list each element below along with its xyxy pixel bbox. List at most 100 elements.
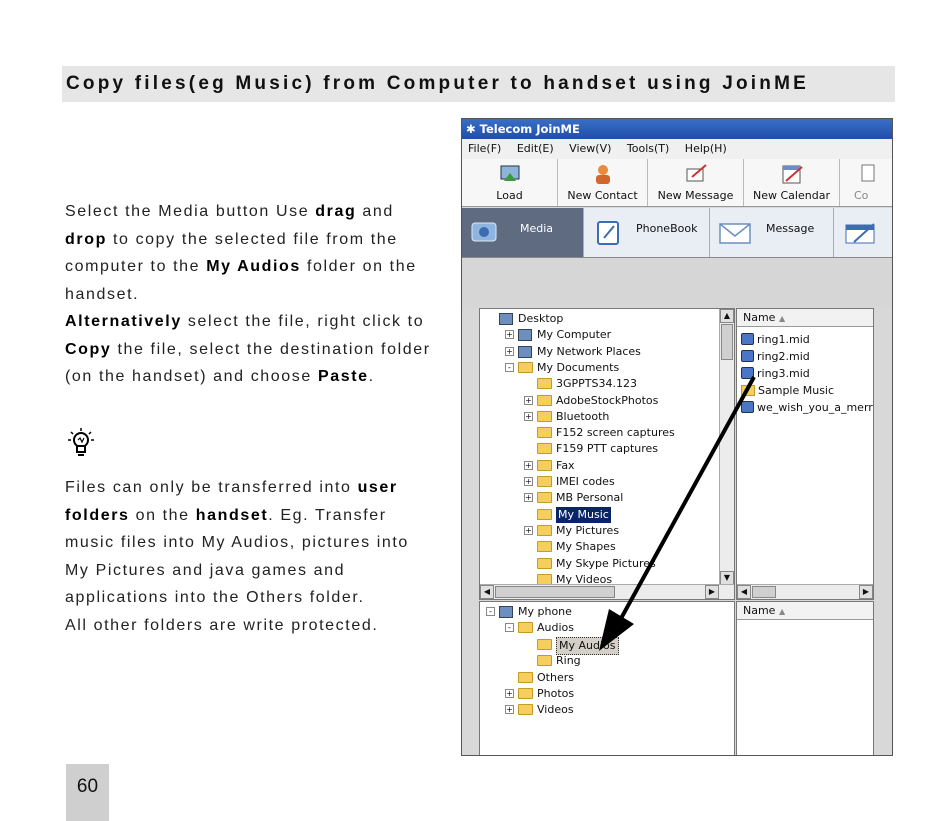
folder-icon bbox=[537, 524, 552, 536]
horizontal-scrollbar[interactable]: ◀ ▶ bbox=[480, 584, 734, 599]
tree-item[interactable]: Ring bbox=[480, 653, 734, 669]
menu-edit[interactable]: Edit(E) bbox=[517, 142, 554, 155]
menu-view[interactable]: View(V) bbox=[569, 142, 611, 155]
tree-item[interactable]: 3GPPTS34.123 bbox=[480, 376, 734, 392]
tab-media[interactable]: Media bbox=[462, 208, 584, 257]
folder-icon bbox=[537, 541, 552, 553]
tree-item-label: AdobeStockPhotos bbox=[556, 393, 659, 407]
tree-item[interactable]: + My Computer bbox=[480, 327, 734, 343]
scroll-thumb[interactable] bbox=[752, 586, 776, 598]
file-list-item[interactable]: ring2.mid bbox=[741, 348, 810, 365]
tree-item-label: Desktop bbox=[518, 312, 564, 325]
phonebook-icon bbox=[597, 221, 619, 245]
copy-button[interactable]: Co bbox=[840, 159, 892, 206]
folder-icon bbox=[537, 427, 552, 439]
tree-item[interactable]: F159 PTT captures bbox=[480, 441, 734, 457]
scroll-left-button[interactable]: ◀ bbox=[480, 585, 494, 599]
menu-bar: File(F) Edit(E) View(V) Tools(T) Help(H) bbox=[462, 139, 892, 159]
folder-icon bbox=[537, 508, 552, 520]
tree-item[interactable]: - My phone bbox=[480, 604, 734, 620]
tree-item[interactable]: My Audios bbox=[480, 636, 734, 655]
scroll-thumb[interactable] bbox=[495, 586, 615, 598]
tree-item[interactable]: My Music bbox=[480, 506, 734, 523]
collapse-icon[interactable]: - bbox=[486, 607, 495, 616]
tree-item[interactable]: Desktop bbox=[480, 311, 734, 327]
tab-phonebook[interactable]: PhoneBook bbox=[584, 208, 710, 257]
scroll-thumb[interactable] bbox=[721, 324, 733, 360]
app-screenshot: ✱ Telecom JoinME File(F) Edit(E) View(V) … bbox=[461, 118, 893, 756]
folder-icon bbox=[537, 394, 552, 406]
tree-item[interactable]: + AdobeStockPhotos bbox=[480, 393, 734, 409]
tree-item[interactable]: + Fax bbox=[480, 458, 734, 474]
tree-item[interactable]: Others bbox=[480, 670, 734, 686]
emphasis: handset bbox=[195, 506, 269, 524]
menu-help[interactable]: Help(H) bbox=[685, 142, 727, 155]
tree-item[interactable]: + Videos bbox=[480, 702, 734, 718]
expand-icon[interactable]: + bbox=[524, 525, 533, 535]
tree-item[interactable]: - Audios bbox=[480, 620, 734, 636]
phone-folder-tree[interactable]: - My phone - Audios My Audios Ring Others + Phot… bbox=[479, 601, 735, 755]
expand-icon[interactable]: + bbox=[505, 705, 514, 715]
tree-item[interactable]: My Skype Pictures bbox=[480, 556, 734, 572]
expand-icon[interactable]: + bbox=[524, 460, 533, 470]
new-contact-button[interactable]: New Contact bbox=[558, 159, 648, 206]
tree-item[interactable]: + My Pictures bbox=[480, 523, 734, 539]
collapse-icon[interactable]: - bbox=[505, 362, 514, 372]
computer-folder-tree[interactable]: Desktop + My Computer + My Network Places - My… bbox=[479, 308, 735, 600]
menu-tools[interactable]: Tools(T) bbox=[627, 142, 669, 155]
scroll-right-button[interactable]: ▶ bbox=[705, 585, 719, 599]
horizontal-scrollbar[interactable]: ◀ ▶ bbox=[737, 584, 873, 599]
folder-icon bbox=[518, 622, 533, 634]
file-list-item[interactable]: we_wish_you_a_merry_ bbox=[741, 399, 873, 416]
expand-icon[interactable]: + bbox=[505, 346, 514, 356]
tab-calendar[interactable] bbox=[834, 208, 892, 257]
text: select the file, right click to bbox=[181, 313, 425, 330]
tree-item-label: Photos bbox=[537, 687, 575, 700]
scroll-down-button[interactable]: ▼ bbox=[720, 571, 734, 585]
text: . bbox=[368, 368, 375, 385]
file-list-item[interactable]: Sample Music bbox=[741, 382, 834, 399]
message-icon bbox=[686, 164, 707, 182]
app-logo-icon: ✱ bbox=[466, 122, 476, 136]
new-message-button[interactable]: New Message bbox=[648, 159, 744, 206]
scroll-right-button[interactable]: ▶ bbox=[859, 585, 873, 599]
name-column-header[interactable]: Name ▲ bbox=[737, 309, 873, 327]
file-list-item[interactable]: ring3.mid bbox=[741, 365, 810, 382]
expand-icon[interactable]: + bbox=[505, 330, 514, 340]
vertical-scrollbar[interactable]: ▲ ▼ bbox=[719, 309, 734, 585]
tree-item[interactable]: My Shapes bbox=[480, 539, 734, 555]
tree-item[interactable]: + IMEI codes bbox=[480, 474, 734, 490]
tab-message[interactable]: Message bbox=[710, 208, 834, 257]
scroll-left-button[interactable]: ◀ bbox=[737, 585, 751, 599]
tree-item[interactable]: + My Network Places bbox=[480, 344, 734, 360]
calendar-icon bbox=[782, 165, 803, 184]
expand-icon[interactable]: + bbox=[524, 477, 533, 486]
computer-file-list[interactable]: Name ▲ ring1.mid ring2.mid ring3.mid Sample… bbox=[736, 308, 874, 600]
name-column-header[interactable]: Name ▲ bbox=[737, 602, 873, 620]
tree-item[interactable]: F152 screen captures bbox=[480, 425, 734, 441]
tab-row: Media PhoneBook Message bbox=[462, 208, 892, 258]
collapse-icon[interactable]: - bbox=[505, 623, 514, 633]
folder-icon bbox=[537, 410, 552, 422]
text: Select the Media button Use bbox=[65, 203, 316, 220]
expand-icon[interactable]: + bbox=[524, 395, 533, 405]
tree-item[interactable]: + Photos bbox=[480, 686, 734, 702]
expand-icon[interactable]: + bbox=[524, 411, 533, 421]
phone-file-list[interactable]: Name ▲ bbox=[736, 601, 874, 755]
tree-item-label: F152 screen captures bbox=[556, 426, 675, 440]
file-list-item[interactable]: ring1.mid bbox=[741, 331, 810, 348]
folder-icon bbox=[537, 638, 552, 650]
tree-item[interactable]: - My Documents bbox=[480, 360, 734, 376]
new-message-label: New Message bbox=[657, 189, 734, 202]
menu-file[interactable]: File(F) bbox=[468, 142, 501, 155]
expand-icon[interactable]: + bbox=[524, 493, 533, 503]
scroll-up-button[interactable]: ▲ bbox=[720, 309, 734, 323]
load-button[interactable]: Load bbox=[462, 159, 558, 206]
expand-icon[interactable]: + bbox=[505, 689, 514, 698]
new-calendar-button[interactable]: New Calendar bbox=[744, 159, 840, 206]
app-titlebar: ✱ Telecom JoinME bbox=[462, 119, 892, 139]
folder-icon bbox=[518, 671, 533, 683]
tree-item[interactable]: + MB Personal bbox=[480, 490, 734, 506]
copy-icon bbox=[861, 164, 875, 182]
tree-item[interactable]: + Bluetooth bbox=[480, 409, 734, 425]
